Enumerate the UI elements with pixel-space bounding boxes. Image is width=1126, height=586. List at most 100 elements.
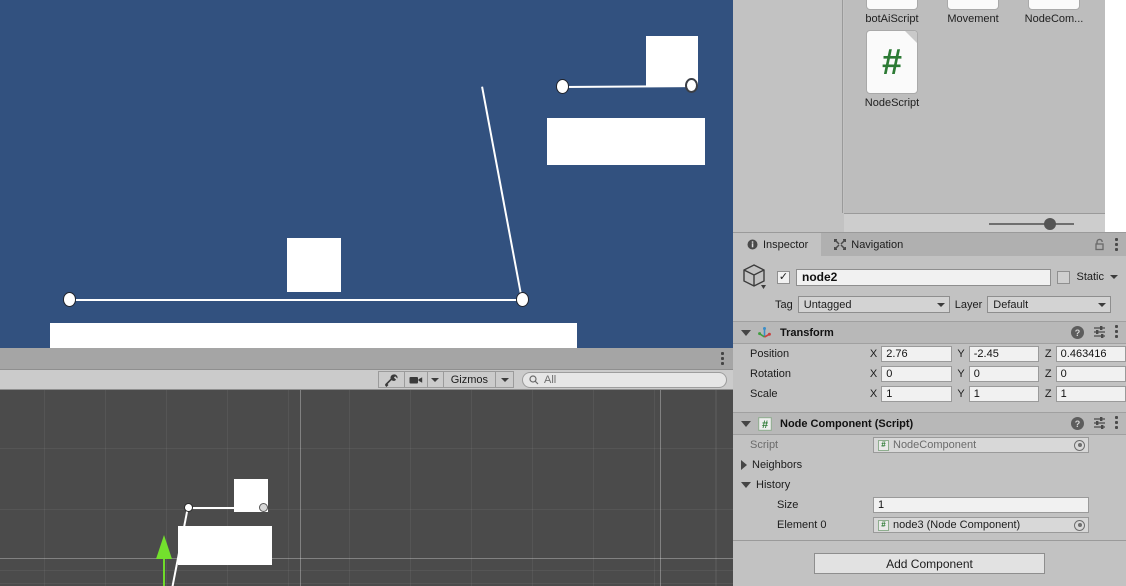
left-column: Gizmos All	[0, 0, 733, 586]
node-component-header-tools: ?	[1071, 416, 1118, 432]
asset-item[interactable]: # botAiScript	[860, 0, 924, 25]
info-icon	[746, 239, 758, 251]
kebab-menu-icon[interactable]	[1115, 416, 1118, 431]
checkmark-icon: ✓	[778, 270, 789, 283]
object-picker-icon[interactable]	[1074, 519, 1085, 531]
help-icon[interactable]: ?	[1071, 326, 1084, 339]
axis-y-label: Y	[957, 368, 965, 380]
tab-inspector[interactable]: Inspector	[733, 233, 822, 256]
transform-axis-icon	[757, 325, 772, 340]
kebab-menu-icon[interactable]	[1115, 325, 1118, 340]
asset-item[interactable]: # NodeCom...	[1022, 0, 1086, 25]
game-platform	[547, 118, 705, 165]
tools-icon[interactable]	[377, 371, 405, 388]
project-asset-grid[interactable]: # botAiScript # Movement #	[844, 0, 1105, 213]
tag-label: Tag	[775, 298, 793, 311]
lock-icon[interactable]	[1094, 238, 1106, 251]
script-row: Script # NodeComponent	[733, 435, 1126, 455]
size-input[interactable]: 1	[873, 497, 1089, 513]
foldout-arrow-open[interactable]	[741, 420, 751, 427]
hash-glyph: #	[881, 41, 903, 82]
tab-navigation[interactable]: Navigation	[821, 233, 916, 256]
gameobject-name-input[interactable]: node2	[796, 268, 1052, 286]
scene-node[interactable]	[183, 502, 193, 512]
neighbors-foldout[interactable]: Neighbors	[733, 455, 1126, 475]
asset-item[interactable]: # NodeScript	[860, 30, 924, 109]
tag-dropdown[interactable]: Untagged	[797, 296, 950, 313]
rotation-x-input[interactable]: 0	[881, 366, 952, 382]
tab-label: Inspector	[763, 238, 809, 251]
scene-node-edge	[188, 507, 264, 509]
scale-x-input[interactable]: 1	[881, 386, 952, 402]
transform-scale-row: Scale X 1 Y 1 Z 1	[733, 384, 1126, 404]
element0-object-field[interactable]: # node3 (Node Component)	[873, 517, 1089, 533]
axis-z-label: Z	[1044, 368, 1052, 380]
node-component-header[interactable]: # Node Component (Script) ?	[733, 412, 1126, 435]
static-checkbox[interactable]	[1057, 270, 1071, 284]
layer-label: Layer	[954, 298, 983, 311]
asset-label: botAiScript	[865, 13, 919, 25]
scene-node[interactable]	[258, 502, 268, 512]
csharp-script-icon: #	[1028, 0, 1080, 10]
scene-view[interactable]	[0, 390, 733, 586]
game-node[interactable]	[515, 291, 529, 307]
add-component-button[interactable]: Add Component	[814, 553, 1045, 574]
layer-dropdown[interactable]: Default	[987, 296, 1112, 313]
slider-track	[989, 223, 1074, 225]
script-object-field[interactable]: # NodeComponent	[873, 437, 1089, 453]
rotation-z-input[interactable]: 0	[1055, 366, 1126, 382]
gameobject-cube-icon	[741, 262, 771, 292]
slider-knob[interactable]	[1044, 218, 1056, 230]
game-platform	[287, 238, 341, 292]
foldout-arrow-closed[interactable]	[741, 460, 747, 470]
kebab-menu-icon[interactable]	[721, 352, 724, 365]
csharp-script-icon: #	[866, 0, 918, 10]
node-edge	[561, 85, 692, 88]
preset-icon[interactable]	[1093, 325, 1106, 341]
gizmos-button[interactable]: Gizmos	[442, 371, 496, 388]
project-folder-tree[interactable]	[733, 0, 843, 213]
kebab-menu-icon[interactable]	[1115, 238, 1118, 256]
node-edge	[481, 86, 523, 301]
gameobject-enabled-checkbox[interactable]: ✓	[777, 270, 790, 284]
foldout-arrow-open[interactable]	[741, 329, 751, 336]
script-label: Script	[750, 439, 779, 451]
game-node[interactable]	[684, 77, 698, 93]
gizmos-dropdown-arrow[interactable]	[495, 371, 514, 388]
tab-label: Navigation	[851, 238, 904, 251]
tag-value: Untagged	[803, 298, 852, 311]
csharp-script-icon: #	[878, 519, 889, 531]
foldout-arrow-open[interactable]	[741, 482, 751, 488]
position-x-input[interactable]: 2.76	[881, 346, 952, 362]
csharp-script-icon: #	[878, 439, 889, 451]
camera-dropdown-arrow[interactable]	[426, 371, 444, 388]
game-node[interactable]	[555, 78, 569, 94]
scale-z-input[interactable]: 1	[1055, 386, 1126, 402]
scale-y-input[interactable]: 1	[968, 386, 1040, 402]
search-input[interactable]: All	[522, 371, 727, 388]
right-column: # botAiScript # Movement #	[733, 0, 1126, 586]
object-picker-icon[interactable]	[1074, 439, 1085, 451]
help-icon[interactable]: ?	[1071, 417, 1084, 430]
csharp-script-icon: #	[866, 30, 918, 94]
scene-platform	[178, 526, 272, 565]
position-z-input[interactable]: 0.463416	[1055, 346, 1126, 362]
scene-grid-major	[0, 390, 733, 586]
axis-x-label: X	[869, 388, 878, 400]
preset-icon[interactable]	[1093, 416, 1106, 432]
history-foldout[interactable]: History	[733, 475, 1126, 495]
game-node[interactable]	[62, 291, 76, 307]
transform-component-header[interactable]: Transform ?	[733, 321, 1126, 344]
position-y-input[interactable]: -2.45	[968, 346, 1040, 362]
game-view[interactable]	[0, 0, 733, 348]
static-dropdown-arrow[interactable]	[1110, 275, 1118, 279]
move-gizmo-arrow[interactable]	[156, 535, 172, 559]
asset-item[interactable]: # Movement	[941, 0, 1005, 25]
inspector-tabbar: Inspector Navigation	[733, 233, 1126, 256]
rotation-y-input[interactable]: 0	[968, 366, 1040, 382]
move-gizmo-axis[interactable]	[163, 558, 165, 586]
asset-label: NodeScript	[864, 97, 920, 109]
camera-icon[interactable]	[403, 371, 428, 388]
project-zoom-slider[interactable]	[844, 213, 1105, 232]
script-value: NodeComponent	[893, 439, 977, 451]
